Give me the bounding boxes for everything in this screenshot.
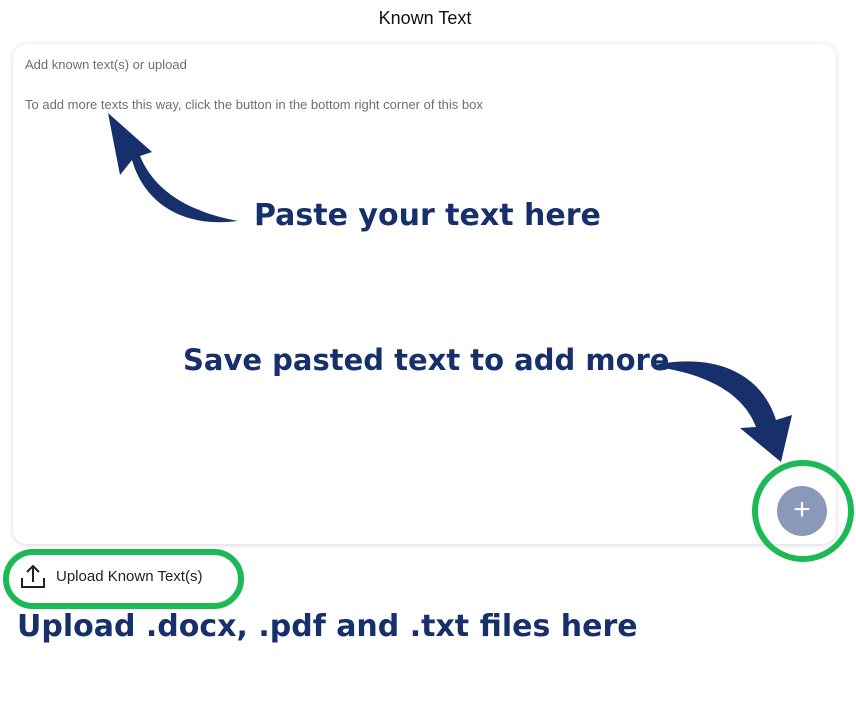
known-text-placeholder: Add known text(s) or upload: [25, 57, 187, 72]
add-text-button[interactable]: +: [777, 486, 827, 536]
upload-button-label: Upload Known Text(s): [56, 567, 203, 585]
save-annotation: Save pasted text to add more: [183, 343, 670, 377]
section-title: Known Text: [378, 8, 472, 28]
plus-icon: +: [793, 493, 811, 526]
known-text-hint: To add more texts this way, click the bu…: [25, 97, 483, 112]
upload-annotation: Upload .docx, .pdf and .txt files here: [17, 609, 638, 644]
paste-annotation: Paste your text here: [254, 198, 601, 233]
known-text-page: Known Text Add known text(s) or upload T…: [0, 0, 856, 711]
known-text-box[interactable]: Add known text(s) or upload To add more …: [13, 44, 836, 544]
upload-icon: [21, 564, 45, 588]
upload-known-text-button[interactable]: Upload Known Text(s): [18, 558, 202, 594]
